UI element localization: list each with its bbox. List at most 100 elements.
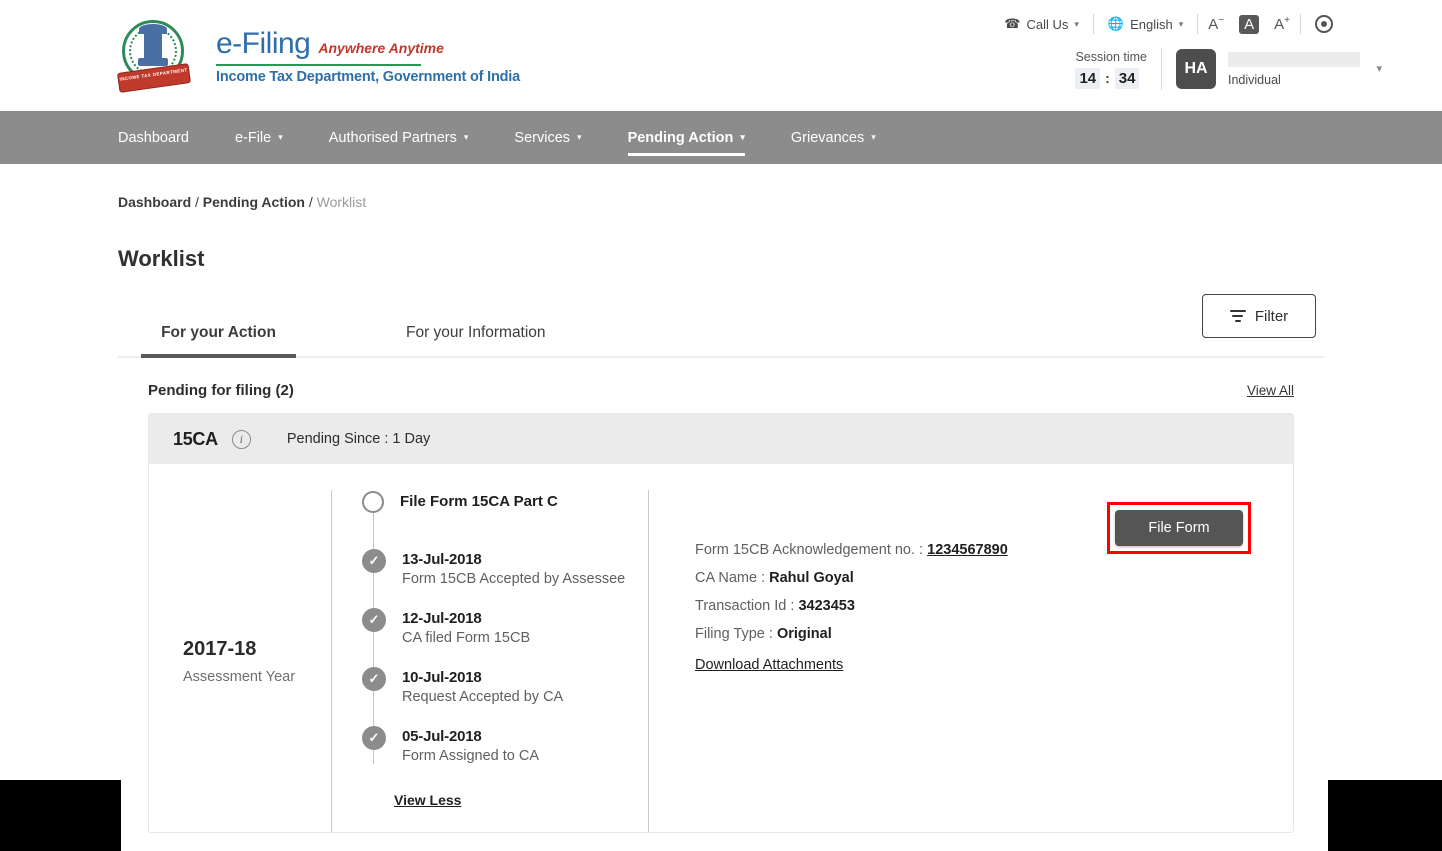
nav-item-efile[interactable]: e-File ▾ [235,111,283,164]
chevron-down-icon: ▾ [464,132,469,143]
info-icon[interactable]: i [232,430,251,449]
font-increase-label: A [1274,16,1284,33]
view-all-link[interactable]: View All [1247,383,1294,398]
form-details: Form 15CB Acknowledgement no. : 12345678… [649,490,1093,832]
ca-name-value: Rahul Goyal [769,570,854,586]
contrast-label: A [1244,16,1254,33]
check-circle-icon: ✓ [362,608,386,632]
font-increase-button[interactable]: A+ [1264,15,1300,33]
assessment-year-block: 2017-18 Assessment Year [149,490,331,832]
file-form-button[interactable]: File Form [1115,510,1243,546]
worklist-card: 15CA i Pending Since : 1 Day 2017-18 Ass… [148,413,1294,833]
tab-for-your-information[interactable]: For your Information [406,324,546,356]
india-emblem-icon: INCOME TAX DEPARTMENT [118,18,190,94]
chevron-down-icon: ▾ [1179,19,1184,30]
timeline-desc: Form Assigned to CA [402,748,539,764]
timeline-date: 05-Jul-2018 [402,728,539,745]
screenshot-mask-left [0,780,121,851]
brand-block: e-Filing Anywhere Anytime Income Tax Dep… [216,27,520,85]
chevron-down-icon: ▾ [740,132,745,143]
font-decrease-label: A [1208,16,1218,33]
nav-item-dashboard[interactable]: Dashboard [118,111,189,164]
timeline: File Form 15CA Part C ✓ 13-Jul-2018 Form… [332,490,648,832]
session-time-label: Session time [1075,50,1147,64]
divider [1161,48,1162,90]
globe-icon: 🌐 [1108,16,1124,32]
chevron-down-icon[interactable]: ▾ [1376,62,1382,75]
tab-bar: For your Action For your Information Fil… [118,302,1324,358]
session-timer: Session time 14 : 34 [1075,50,1147,89]
filter-button[interactable]: Filter [1202,294,1316,338]
nav-label: Authorised Partners [329,130,457,146]
language-label: English [1130,17,1173,32]
main-navigation: Dashboard e-File ▾ Authorised Partners ▾… [0,111,1442,164]
nav-item-services[interactable]: Services ▾ [514,111,581,164]
chevron-down-icon: ▾ [278,132,283,143]
gear-icon [1315,15,1333,33]
nav-item-grievances[interactable]: Grievances ▾ [791,111,876,164]
nav-label: Dashboard [118,130,189,146]
nav-label: Services [514,130,570,146]
filing-type-value: Original [777,626,832,642]
avatar[interactable]: HA [1176,49,1216,89]
tab-for-your-action[interactable]: For your Action [141,324,296,356]
session-separator: : [1103,70,1112,86]
chevron-down-icon: ▾ [871,132,876,143]
tab-label: For your Information [406,324,546,341]
session-seconds: 34 [1115,68,1140,89]
nav-label: e-File [235,130,271,146]
nav-label: Pending Action [628,130,734,146]
brand-subtitle: Income Tax Department, Government of Ind… [216,69,520,85]
filing-type-label: Filing Type : [695,626,773,642]
screenshot-mask-right [1328,780,1442,851]
breadcrumb-dashboard[interactable]: Dashboard [118,194,191,210]
ca-name-label: CA Name : [695,570,765,586]
profile-type: Individual [1228,73,1360,87]
font-decrease-button[interactable]: A− [1198,15,1234,33]
call-us-button[interactable]: ☎ Call Us ▾ [990,16,1093,32]
brand-name: e-Filing [216,27,310,61]
page-title: Worklist [118,246,1442,272]
filing-type-row: Filing Type : Original [695,626,1093,642]
tab-label: For your Action [161,324,276,341]
session-and-profile: Session time 14 : 34 HA Individual ▾ [1075,48,1360,90]
nav-item-pending-action[interactable]: Pending Action ▾ [628,111,745,164]
check-circle-icon: ✓ [362,726,386,750]
timeline-item: ✓ 05-Jul-2018 Form Assigned to CA [332,728,648,778]
ack-row: Form 15CB Acknowledgement no. : 12345678… [695,542,1093,558]
timeline-item-current: File Form 15CA Part C [332,492,648,551]
ack-value-link[interactable]: 1234567890 [927,542,1008,558]
profile-menu[interactable]: Individual ▾ [1228,52,1360,87]
pending-since-label: Pending Since : 1 Day [287,431,430,447]
view-less-link[interactable]: View Less [394,792,461,808]
download-attachments-link[interactable]: Download Attachments [695,657,843,673]
timeline-item: ✓ 12-Jul-2018 CA filed Form 15CB [332,610,648,669]
timeline-desc: Form 15CB Accepted by Assessee [402,571,625,587]
assessment-year-label: Assessment Year [183,669,331,685]
filter-icon [1230,307,1246,325]
site-header: INCOME TAX DEPARTMENT e-Filing Anywhere … [0,0,1442,111]
site-logo[interactable]: INCOME TAX DEPARTMENT e-Filing Anywhere … [118,18,520,94]
section-header: Pending for filing (2) View All [118,358,1324,413]
language-selector[interactable]: 🌐 English ▾ [1094,16,1197,32]
card-header: 15CA i Pending Since : 1 Day [149,414,1293,464]
header-utilities: ☎ Call Us ▾ 🌐 English ▾ A− A A+ [990,14,1347,34]
timeline-desc: CA filed Form 15CB [402,630,530,646]
contrast-toggle-button[interactable]: A [1239,15,1259,34]
filter-label: Filter [1255,308,1288,325]
nav-item-authorised-partners[interactable]: Authorised Partners ▾ [329,111,469,164]
brand-tagline: Anywhere Anytime [318,40,444,56]
ca-name-row: CA Name : Rahul Goyal [695,570,1093,586]
transaction-label: Transaction Id : [695,598,794,614]
settings-button[interactable] [1301,15,1347,33]
timeline-date: 13-Jul-2018 [402,551,625,568]
breadcrumb-pending-action[interactable]: Pending Action [203,194,305,210]
transaction-row: Transaction Id : 3423453 [695,598,1093,614]
chevron-down-icon: ▾ [577,132,582,143]
breadcrumb-separator: / [309,194,313,210]
worklist-panel: For your Action For your Information Fil… [118,302,1324,833]
breadcrumb: Dashboard / Pending Action / Worklist [118,164,1442,210]
card-actions: File Form [1093,490,1293,832]
call-us-label: Call Us [1026,17,1068,32]
check-circle-icon: ✓ [362,667,386,691]
